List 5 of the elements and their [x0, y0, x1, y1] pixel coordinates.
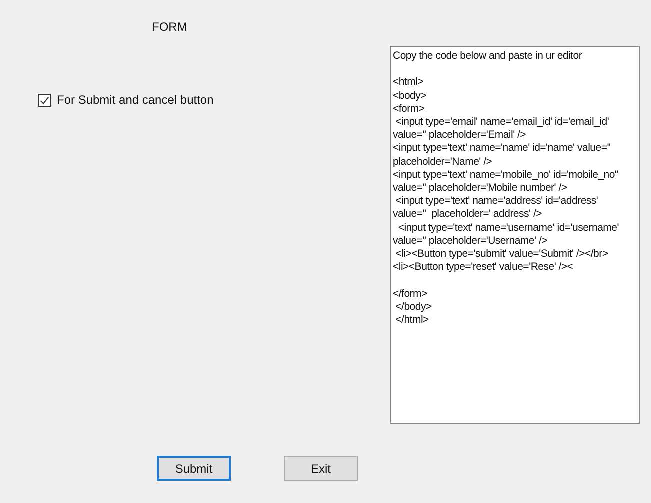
form-title: FORM: [152, 20, 188, 34]
exit-button[interactable]: Exit: [284, 456, 358, 481]
submit-button[interactable]: Submit: [157, 456, 231, 481]
submit-cancel-checkbox[interactable]: For Submit and cancel button: [38, 93, 214, 107]
code-text-box[interactable]: Copy the code below and paste in ur editor <html> <body> <form> <input type='email' name='email_id' id='email_id' value='' placeholder='Email' /> <input type='text' name='name' id='name' value='' placeholder='Name' /> <input type='text' name='mobile_no' id='mobile_no'' value='' placeholder='Mobile number' /> <input type='text' name='address' id='address' value='' placeholder=' address' /> <input type='text' name='username' id='username' value='' placeholder='Username' /> <li><Button type='submit' value='Submit' /></br> <li><Button type='reset' value='Rese' />< </form> </body> </html>: [390, 46, 640, 424]
